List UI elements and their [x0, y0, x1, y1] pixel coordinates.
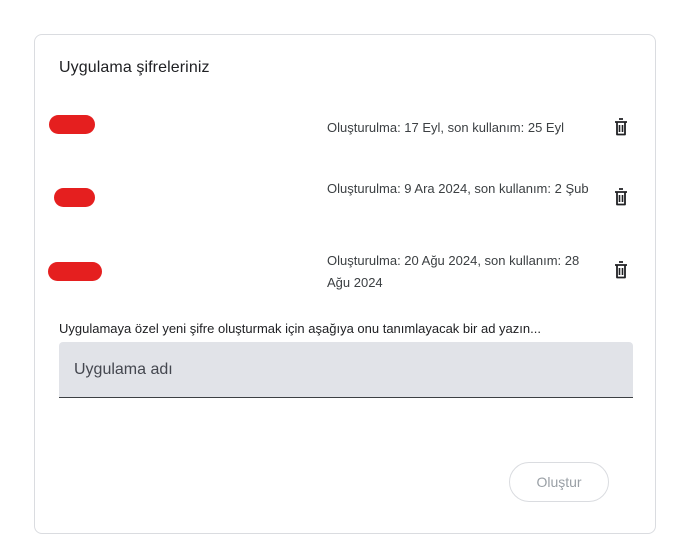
redacted-app-name [49, 115, 95, 134]
create-hint-text: Uygulamaya özel yeni şifre oluşturmak iç… [59, 321, 541, 336]
redacted-app-name [48, 262, 102, 281]
app-password-meta: Oluşturulma: 9 Ara 2024, son kullanım: 2… [327, 181, 589, 196]
card-title: Uygulama şifreleriniz [59, 59, 210, 76]
redacted-app-name [54, 188, 95, 207]
app-name-input[interactable] [59, 342, 633, 397]
app-password-meta: Oluşturulma: 20 Ağu 2024, son kullanım: … [327, 253, 580, 290]
trash-icon[interactable] [609, 115, 633, 139]
app-name-field[interactable] [59, 342, 633, 398]
trash-icon[interactable] [609, 185, 633, 209]
trash-icon[interactable] [609, 258, 633, 282]
app-passwords-card: Uygulama şifreleriniz Oluşturulma: 17 Ey… [34, 34, 656, 534]
create-button[interactable]: Oluştur [509, 462, 609, 502]
app-password-meta: Oluşturulma: 17 Eyl, son kullanım: 25 Ey… [327, 120, 564, 135]
